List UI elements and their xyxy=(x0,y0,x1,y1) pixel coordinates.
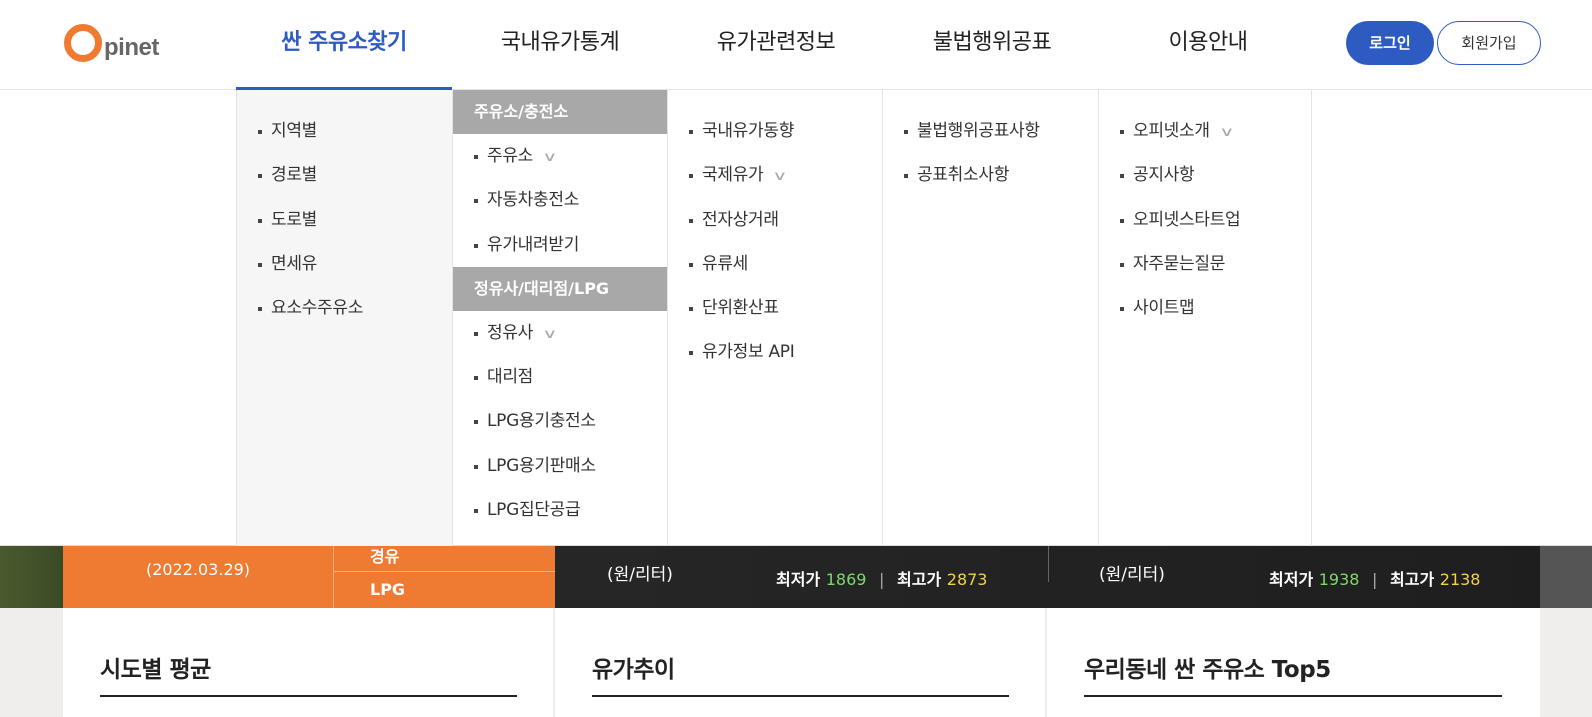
menu-item-refiner[interactable]: 정유사 ∨ xyxy=(453,311,668,355)
max-price-value: 2138 xyxy=(1439,570,1481,589)
logo-o-icon xyxy=(64,24,102,62)
banner-divider xyxy=(334,571,555,572)
menu-item-startup[interactable]: 오피넷스타트업 xyxy=(1099,198,1311,242)
banner-image xyxy=(1540,546,1592,608)
menu-item-by-road[interactable]: 도로별 xyxy=(237,198,452,242)
panel-title: 유가추이 xyxy=(592,657,675,683)
nav-domestic-price-stats[interactable]: 국내유가통계 xyxy=(452,0,668,90)
nav-illegal-disclosure[interactable]: 불법행위공표 xyxy=(884,0,1100,90)
menu-item-lpg-group-supply[interactable]: LPG집단공급 xyxy=(453,488,668,532)
lpg-tab[interactable]: LPG xyxy=(370,580,405,599)
menu-column-guide: 오피넷소개 ∨ 공지사항 오피넷스타트업 자주묻는질문 사이트맵 xyxy=(1098,90,1312,546)
max-price-value: 2873 xyxy=(946,570,988,589)
nav-price-info[interactable]: 유가관련정보 xyxy=(668,0,884,90)
panel-title: 우리동네 싼 주유소 Top5 xyxy=(1084,657,1331,683)
logo-text: pinet xyxy=(104,34,159,61)
diesel-tab[interactable]: 경유 xyxy=(370,543,399,567)
menu-item-dealer[interactable]: 대리점 xyxy=(453,355,668,399)
nav-find-cheap-station[interactable]: 싼 주유소찾기 xyxy=(236,0,452,90)
menu-item-intl-price[interactable]: 국제유가 ∨ xyxy=(668,153,883,197)
price-range: 최저가 1938 | 최고가 2138 xyxy=(1269,570,1481,589)
panel-title: 시도별 평균 xyxy=(100,657,211,683)
min-price-value: 1869 xyxy=(825,570,867,589)
price-unit: (원/리터) xyxy=(1099,565,1165,585)
menu-item-by-route[interactable]: 경로별 xyxy=(237,153,452,197)
panel-cheap-top5: 우리동네 싼 주유소 Top5 xyxy=(1047,608,1540,717)
site-header: pinet 싼 주유소찾기 국내유가통계 유가관련정보 불법행위공표 이용안내 … xyxy=(0,0,1592,90)
price-unit: (원/리터) xyxy=(607,565,673,585)
menu-item-illegal-notice[interactable]: 불법행위공표사항 xyxy=(883,109,1098,153)
panel-underline xyxy=(100,695,517,697)
banner-separator xyxy=(1048,546,1049,582)
chevron-down-icon: ∨ xyxy=(1218,125,1234,140)
mega-menu: 지역별 경로별 도로별 면세유 요소수주유소 주유소/충전소 주유소 ∨ 자동차충… xyxy=(0,90,1592,546)
menu-column-price-info: 국내유가동향 국제유가 ∨ 전자상거래 유류세 단위환산표 유가정보 API xyxy=(667,90,883,546)
menu-item-price-api[interactable]: 유가정보 API xyxy=(668,330,883,374)
menu-item-lpg-sales[interactable]: LPG용기판매소 xyxy=(453,444,668,488)
opinet-logo[interactable]: pinet xyxy=(64,18,159,62)
menu-item-notice-cancel[interactable]: 공표취소사항 xyxy=(883,153,1098,197)
menu-item-label: 오피넷소개 xyxy=(1133,121,1210,141)
max-price-label: 최고가 xyxy=(1390,570,1435,589)
max-price-label: 최고가 xyxy=(897,570,942,589)
panel-underline xyxy=(592,695,1009,697)
price-range: 최저가 1869 | 최고가 2873 xyxy=(776,570,988,589)
menu-item-unit-conversion[interactable]: 단위환산표 xyxy=(668,286,883,330)
menu-item-price-download[interactable]: 유가내려받기 xyxy=(453,223,668,267)
menu-item-lpg-charging[interactable]: LPG용기충전소 xyxy=(453,399,668,443)
menu-item-urea-station[interactable]: 요소수주유소 xyxy=(237,286,452,330)
menu-item-label: 정유사 xyxy=(487,322,534,343)
nav-guide[interactable]: 이용안내 xyxy=(1100,0,1316,90)
min-price-value: 1938 xyxy=(1318,570,1360,589)
menu-item-notices[interactable]: 공지사항 xyxy=(1099,153,1311,197)
price-date: (2022.03.29) xyxy=(145,560,251,579)
panel-sido-average: 시도별 평균 xyxy=(63,608,553,717)
menu-item-about[interactable]: 오피넷소개 ∨ xyxy=(1099,109,1311,153)
menu-item-domestic-trend[interactable]: 국내유가동향 xyxy=(668,109,883,153)
menu-item-fuel-tax[interactable]: 유류세 xyxy=(668,242,883,286)
login-button[interactable]: 로그인 xyxy=(1346,21,1434,65)
min-price-label: 최저가 xyxy=(776,570,821,589)
menu-column-stats: 주유소/충전소 주유소 ∨ 자동차충전소 유가내려받기 정유사/대리점/LPG 정… xyxy=(452,90,668,546)
menu-item-tax-free-oil[interactable]: 면세유 xyxy=(237,242,452,286)
chevron-down-icon: ∨ xyxy=(772,169,788,185)
banner-divider xyxy=(333,546,334,608)
menu-group-refiners: 정유사/대리점/LPG xyxy=(453,266,668,311)
menu-item-label: 국제유가 xyxy=(702,165,764,186)
chevron-down-icon: ∨ xyxy=(542,150,558,165)
panel-underline xyxy=(1084,695,1502,697)
menu-item-e-commerce[interactable]: 전자상거래 xyxy=(668,198,883,242)
menu-column-illegal: 불법행위공표사항 공표취소사항 xyxy=(882,90,1098,546)
menu-item-by-region[interactable]: 지역별 xyxy=(237,109,452,153)
join-button[interactable]: 회원가입 xyxy=(1437,21,1541,65)
global-nav: 싼 주유소찾기 국내유가통계 유가관련정보 불법행위공표 이용안내 xyxy=(236,0,1316,90)
menu-group-stations: 주유소/충전소 xyxy=(453,90,668,134)
min-price-label: 최저가 xyxy=(1269,570,1314,589)
menu-item-sitemap[interactable]: 사이트맵 xyxy=(1099,286,1311,330)
menu-item-gas-station[interactable]: 주유소 ∨ xyxy=(453,134,668,178)
menu-item-ev-charging[interactable]: 자동차충전소 xyxy=(453,178,668,222)
menu-item-label: 주유소 xyxy=(487,146,534,166)
chevron-down-icon: ∨ xyxy=(542,326,558,342)
panel-price-trend: 유가추이 xyxy=(555,608,1045,717)
menu-column-find-station: 지역별 경로별 도로별 면세유 요소수주유소 xyxy=(236,90,452,546)
menu-item-faq[interactable]: 자주묻는질문 xyxy=(1099,242,1311,286)
